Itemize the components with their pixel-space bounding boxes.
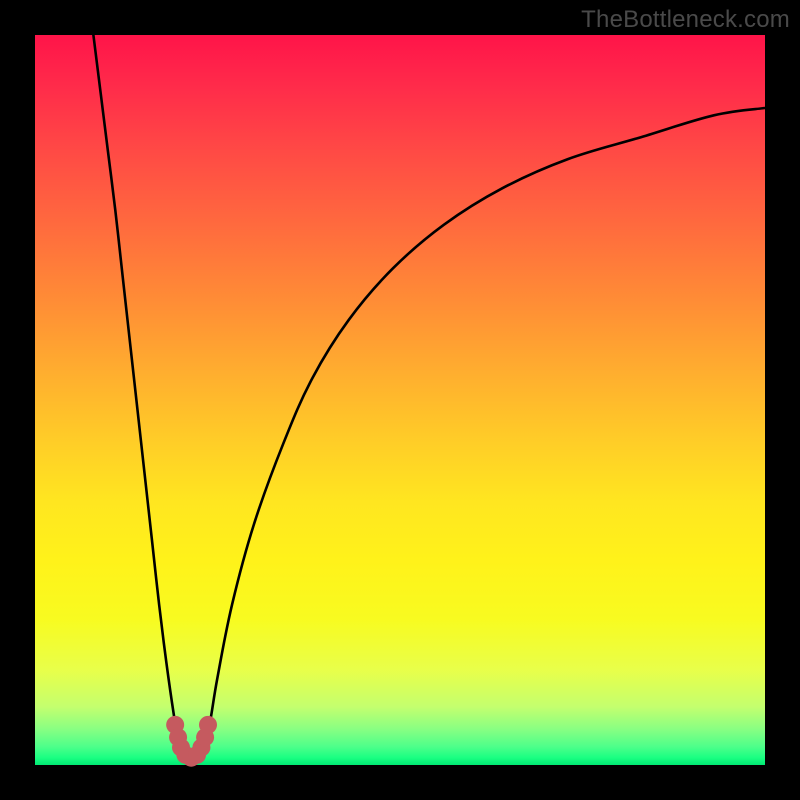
marker-dot: [199, 716, 217, 734]
curve-right-branch: [203, 108, 765, 758]
watermark-text: TheBottleneck.com: [581, 6, 790, 34]
chart-svg: [35, 35, 765, 765]
chart-frame: TheBottleneck.com: [0, 0, 800, 800]
curve-left-branch: [93, 35, 181, 758]
bottom-u-marker: [166, 716, 217, 767]
chart-plot-area: [35, 35, 765, 765]
